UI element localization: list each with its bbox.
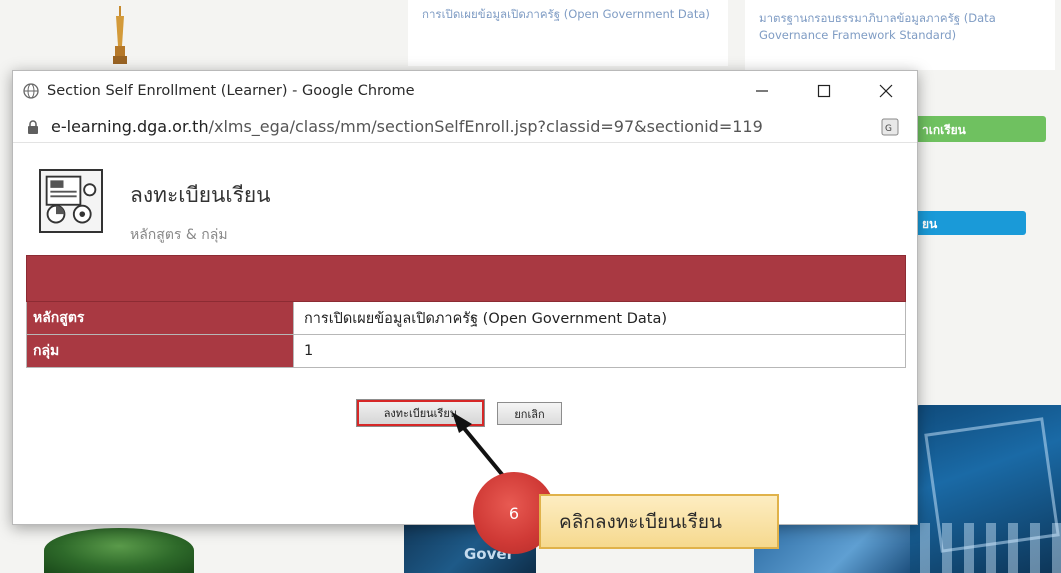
enroll-document-icon (39, 169, 103, 233)
translate-icon[interactable]: G (881, 118, 899, 136)
minimize-icon (756, 90, 768, 92)
close-icon (879, 84, 893, 98)
maximize-icon (817, 84, 831, 98)
window-controls (731, 71, 917, 111)
background-standard-card[interactable]: มาตรฐานกรอบธรรมาภิบาลข้อมูลภาครัฐ (Data … (745, 0, 1055, 70)
instruction-callout: คลิกลงทะเบียนเรียน (539, 494, 779, 549)
table-header-row (26, 255, 906, 302)
window-titlebar[interactable]: Section Self Enrollment (Learner) - Goog… (13, 71, 917, 111)
page-subtitle: หลักสูตร & กลุ่ม (130, 227, 228, 243)
window-title: Section Self Enrollment (Learner) - Goog… (47, 83, 415, 99)
group-value: 1 (293, 334, 906, 368)
globe-icon (23, 83, 39, 99)
page-title: ลงทะเบียนเรียน (130, 183, 271, 207)
url-host: e-learning.dga.or.th (51, 117, 209, 136)
svg-text:G: G (885, 124, 892, 134)
url-text[interactable]: e-learning.dga.or.th/xlms_ega/class/mm/s… (51, 117, 763, 136)
enroll-button[interactable]: ลงทะเบียนเรียน (356, 399, 485, 427)
table-row: หลักสูตร การเปิดเผยข้อมูลเปิดภาครัฐ (Ope… (26, 301, 906, 335)
cancel-button[interactable]: ยกเลิก (497, 402, 562, 425)
chip-pins-graphic (920, 523, 1061, 573)
address-bar[interactable]: e-learning.dga.or.th/xlms_ega/class/mm/s… (13, 111, 917, 143)
enroll-form-table: หลักสูตร การเปิดเผยข้อมูลเปิดภาครัฐ (Ope… (26, 255, 906, 368)
minimize-button[interactable] (731, 71, 793, 111)
background-course-card[interactable]: การเปิดเผยข้อมูลเปิดภาครัฐ (Open Governm… (408, 0, 728, 66)
lock-icon (28, 119, 38, 134)
group-label: กลุ่ม (26, 334, 294, 368)
background-enroll-button[interactable]: าเกเรียน (914, 116, 1046, 142)
course-value: การเปิดเผยข้อมูลเปิดภาครัฐ (Open Governm… (293, 301, 906, 335)
background-photo-chip (910, 405, 1061, 573)
close-button[interactable] (855, 71, 917, 111)
table-header-cell (26, 255, 906, 302)
emblem-logo (44, 528, 194, 573)
chrome-popup-window: Section Self Enrollment (Learner) - Goog… (12, 70, 918, 525)
table-row: กลุ่ม 1 (26, 334, 906, 368)
course-label: หลักสูตร (26, 301, 294, 335)
maximize-button[interactable] (793, 71, 855, 111)
url-path: /xlms_ega/class/mm/sectionSelfEnroll.jsp… (208, 117, 763, 136)
tower-logo-icon (113, 6, 127, 64)
background-blue-button[interactable]: ยน (914, 211, 1026, 235)
